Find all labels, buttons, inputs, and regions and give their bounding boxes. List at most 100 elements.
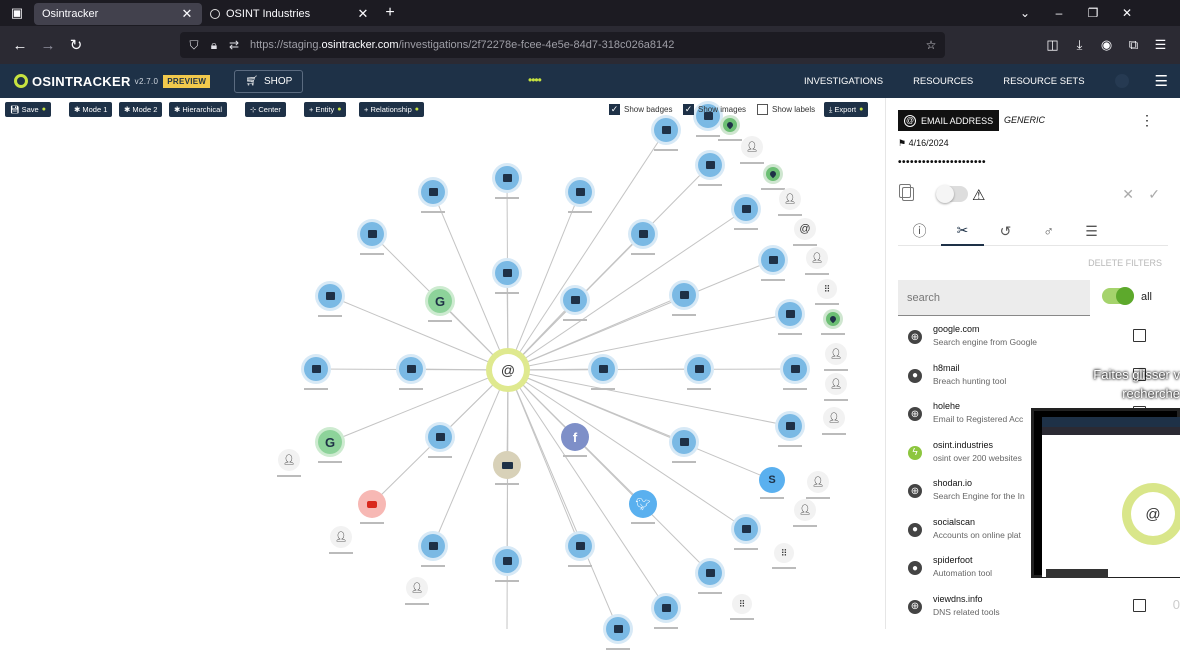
tools-tab-icon[interactable]: ✂︎ [941,216,984,246]
doc-node-icon[interactable] [731,194,761,224]
permissions-icon[interactable]: ⇄ [224,38,244,52]
doc-node-icon[interactable] [492,163,522,193]
doc-node-icon[interactable] [684,354,714,384]
shop-button[interactable]: 🛒︎ SHOP [234,69,304,93]
avatar[interactable] [1114,74,1129,88]
cancel-icon[interactable]: ✕ [1122,186,1134,203]
person-node-icon[interactable]: 👤︎ [806,247,828,269]
fb-node-icon[interactable]: f [561,423,589,451]
tool-row[interactable]: ⊕ viewdns.info DNS related tools [898,590,1168,626]
truck-node-icon[interactable] [493,451,521,479]
doc-node-icon[interactable] [418,177,448,207]
chevron-down-icon[interactable]: ⌄ [1008,6,1042,20]
export-button[interactable]: ⤓ Export ● [824,102,869,117]
picture-in-picture[interactable] [1031,408,1180,578]
email-root-node-icon[interactable]: @ [486,348,530,392]
doc-node-icon[interactable] [669,280,699,310]
yt-node-icon[interactable] [358,490,386,518]
relationships-tab-icon[interactable]: ↺ [984,216,1027,246]
tab-osintracker[interactable]: Osintracker ✕ [34,3,202,25]
tool-row[interactable]: ⊕ google.com Search engine from Google [898,320,1168,356]
download-icon[interactable]: ⤓ [1066,37,1093,53]
person-node-icon[interactable]: 👤︎ [741,136,763,158]
tool-search-input[interactable]: search [898,280,1090,316]
doc-node-icon[interactable] [425,422,455,452]
person-node-icon[interactable]: 👤︎ [330,526,352,548]
doc-node-icon[interactable] [315,281,345,311]
doc-node-icon[interactable] [560,285,590,315]
visibility-toggle[interactable] [936,185,968,203]
drag-handle-dots[interactable]: •••• [528,73,542,87]
center-button[interactable]: ⊹ Center [245,102,286,117]
doc-node-icon[interactable] [301,354,331,384]
tw-node-icon[interactable]: 🐦︎ [629,490,657,518]
doc-node-icon[interactable] [565,531,595,561]
doc-node-icon[interactable] [565,177,595,207]
url-text[interactable]: https://staging.osintracker.com/investig… [250,39,674,51]
links-tab-icon[interactable]: ♂︎ [1027,216,1070,246]
confirm-icon[interactable]: ✓ [1148,186,1160,203]
doc-node-icon[interactable] [758,245,788,275]
tab-list-icon[interactable]: ▣ [0,0,34,26]
delete-filters-button[interactable]: DELETE FILTERS [1088,258,1162,268]
reload-button[interactable]: ↻ [62,36,90,54]
notes-tab-icon[interactable]: ☰ [1070,216,1113,246]
skype-node-icon[interactable]: S [759,467,785,493]
person-node-icon[interactable]: 👤︎ [278,449,300,471]
doc-node-icon[interactable] [588,354,618,384]
doc-node-icon[interactable] [780,354,810,384]
person-node-icon[interactable]: 👤︎ [779,188,801,210]
lock-icon[interactable]: 🔒︎ [204,38,224,53]
close-icon[interactable]: ✕ [180,6,194,22]
save-button[interactable]: 💾︎ Save ● [5,102,51,117]
mode2-button[interactable]: ✱ Mode 2 [119,102,163,117]
new-tab-button[interactable]: + [378,4,402,22]
doc-node-icon[interactable] [775,411,805,441]
close-window-button[interactable]: ✕ [1110,6,1144,20]
close-icon[interactable]: ✕ [356,6,370,22]
pin-node-icon[interactable] [763,164,783,184]
copy-icon[interactable] [899,184,914,201]
add-relationship-button[interactable]: + Relationship ● [359,102,424,117]
doc-node-icon[interactable] [731,514,761,544]
doc-node-icon[interactable] [775,299,805,329]
graph-edge[interactable] [507,369,667,609]
account-icon[interactable]: ◉ [1093,37,1120,53]
graph-canvas[interactable]: 👤︎ 👤︎ @ 👤︎ G ⠿ 👤︎ 👤︎ Gf 👤︎ 👤︎ S 🐦︎ 👤︎ 👤︎ 👤︎ ⠿ 👤︎ ⠿ @ [0,98,884,650]
warning-icon[interactable]: ⚠︎ [972,186,985,204]
person-node-icon[interactable]: 👤︎ [807,471,829,493]
minimize-button[interactable]: – [1042,6,1076,20]
doc-node-icon[interactable] [603,614,633,644]
doc-node-icon[interactable] [695,558,725,588]
show-badges-checkbox[interactable]: ✓ Show badges [609,102,672,116]
doc-node-icon[interactable] [492,258,522,288]
more-options-icon[interactable]: ⋮ [1140,112,1154,129]
nav-resource-sets[interactable]: RESOURCE SETS [1003,76,1084,87]
nav-resources[interactable]: RESOURCES [913,76,973,87]
grid-node-icon[interactable]: ⠿ [774,543,794,563]
tool-checkbox[interactable] [1133,329,1146,342]
google-node-icon[interactable]: G [315,427,345,457]
mode1-button[interactable]: ✱ Mode 1 [69,102,113,117]
show-labels-checkbox[interactable]: Show labels [757,102,815,116]
forward-button[interactable]: → [34,37,62,54]
pin-node-icon[interactable] [823,309,843,329]
doc-node-icon[interactable] [492,546,522,576]
doc-node-icon[interactable] [357,219,387,249]
graph-edge[interactable] [507,208,747,371]
doc-node-icon[interactable] [418,531,448,561]
restore-button[interactable]: ❐ [1076,6,1110,20]
doc-node-icon[interactable] [669,427,699,457]
hamburger-menu-icon[interactable]: ☰ [1155,72,1168,90]
bookmark-star-icon[interactable]: ☆ [921,38,941,52]
info-tab-icon[interactable]: ⓘ [898,216,941,246]
person-node-icon[interactable]: 👤︎ [823,407,845,429]
nav-investigations[interactable]: INVESTIGATIONS [804,76,883,87]
grid-node-icon[interactable]: ⠿ [732,594,752,614]
grid-node-icon[interactable]: ⠿ [817,279,837,299]
menu-icon[interactable]: ☰ [1147,37,1174,53]
doc-node-icon[interactable] [651,593,681,623]
doc-node-icon[interactable] [396,354,426,384]
tab-osint-industries[interactable]: OSINT Industries ✕ [202,3,378,25]
at-node-icon[interactable]: @ [794,218,816,240]
